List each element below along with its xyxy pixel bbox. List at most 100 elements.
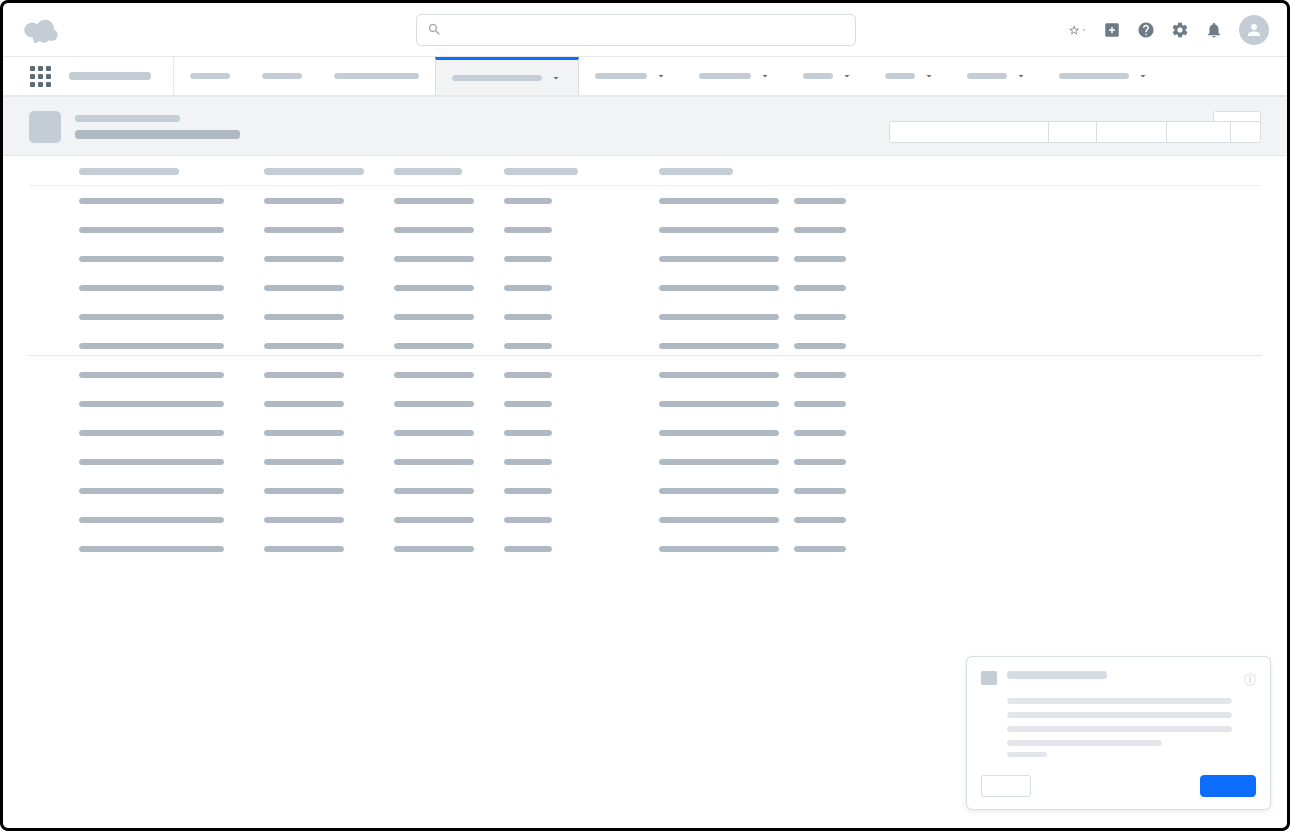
col-header-2[interactable] (264, 168, 394, 175)
header-action-0[interactable] (889, 121, 1049, 143)
salesforce-logo (21, 17, 59, 43)
notification-line (1007, 740, 1162, 746)
cell (264, 198, 394, 204)
table-row[interactable] (29, 389, 1261, 418)
col-header-4[interactable] (504, 168, 659, 175)
page-header (3, 97, 1287, 156)
header-action-2[interactable] (1097, 121, 1167, 143)
table-row[interactable] (29, 273, 1261, 302)
chevron-down-icon (841, 70, 853, 82)
header-action-4[interactable] (1231, 121, 1261, 143)
chevron-down-icon (759, 70, 771, 82)
notification-body (1007, 698, 1256, 746)
nav-tab-4[interactable] (579, 57, 683, 95)
cell (394, 227, 504, 233)
cell (659, 198, 794, 204)
notifications-button[interactable] (1205, 21, 1223, 39)
nav-tab-7[interactable] (869, 57, 951, 95)
nav-tab-5[interactable] (683, 57, 787, 95)
cell (394, 430, 504, 436)
cell (79, 517, 264, 523)
app-launcher[interactable] (21, 57, 59, 95)
cell (264, 227, 394, 233)
nav-tab-9[interactable] (1043, 57, 1165, 95)
cell (659, 430, 794, 436)
cell (794, 227, 849, 233)
col-header-0[interactable] (29, 168, 79, 175)
nav-tab-0[interactable] (174, 57, 246, 95)
nav-tab-label (595, 73, 647, 79)
profile-avatar[interactable] (1239, 15, 1269, 45)
col-header-1[interactable] (79, 168, 264, 175)
global-search[interactable] (416, 14, 856, 46)
cell (79, 401, 264, 407)
cell (394, 546, 504, 552)
cell (29, 517, 79, 523)
cell (504, 430, 659, 436)
cell (394, 285, 504, 291)
cell (504, 227, 659, 233)
cell (504, 517, 659, 523)
cell (79, 546, 264, 552)
table-row[interactable] (29, 534, 1261, 563)
favorites-button[interactable] (1069, 21, 1087, 39)
col-header-3[interactable] (394, 168, 504, 175)
nav-tab-label (885, 73, 915, 79)
col-header-6[interactable] (794, 168, 849, 175)
cell (504, 314, 659, 320)
cell (794, 198, 849, 204)
cell (29, 227, 79, 233)
nav-tab-1[interactable] (246, 57, 318, 95)
table-row[interactable] (29, 302, 1261, 331)
help-button[interactable] (1137, 21, 1155, 39)
table-row[interactable] (29, 186, 1261, 215)
notification-secondary-button[interactable] (981, 775, 1031, 797)
object-icon (29, 111, 61, 143)
table-row[interactable] (29, 476, 1261, 505)
cell (264, 430, 394, 436)
nav-tab-6[interactable] (787, 57, 869, 95)
cell (504, 401, 659, 407)
table-row[interactable] (29, 447, 1261, 476)
cell (29, 285, 79, 291)
cell (659, 343, 794, 349)
cell (659, 401, 794, 407)
cell (264, 546, 394, 552)
add-button[interactable] (1103, 21, 1121, 39)
table-row[interactable] (29, 244, 1261, 273)
app-name (59, 57, 174, 95)
header-actions (1069, 15, 1269, 45)
cell (794, 256, 849, 262)
nav-tab-label (1059, 73, 1129, 79)
cell (29, 372, 79, 378)
nav-tab-label (699, 73, 751, 79)
list-view-name[interactable] (75, 130, 240, 139)
cell (29, 256, 79, 262)
cell (79, 459, 264, 465)
cell (79, 430, 264, 436)
cell (29, 546, 79, 552)
cell (504, 256, 659, 262)
chevron-down-icon (923, 70, 935, 82)
cell (394, 314, 504, 320)
header-action-3[interactable] (1167, 121, 1231, 143)
table-row[interactable] (29, 360, 1261, 389)
table-row[interactable] (29, 505, 1261, 534)
search-input[interactable] (450, 22, 845, 37)
cell (29, 401, 79, 407)
header-action-1[interactable] (1049, 121, 1097, 143)
setup-button[interactable] (1171, 21, 1189, 39)
nav-tab-2[interactable] (318, 57, 435, 95)
nav-tab-label (452, 75, 542, 81)
col-header-5[interactable] (659, 168, 794, 175)
table-row[interactable] (29, 331, 1261, 360)
cell (264, 517, 394, 523)
nav-tab-8[interactable] (951, 57, 1043, 95)
cell (504, 372, 659, 378)
cell (264, 314, 394, 320)
nav-tab-3[interactable] (435, 57, 579, 95)
table-row[interactable] (29, 418, 1261, 447)
table-row[interactable] (29, 215, 1261, 244)
info-icon[interactable]: ⓘ (1244, 671, 1256, 688)
notification-primary-button[interactable] (1200, 775, 1256, 797)
